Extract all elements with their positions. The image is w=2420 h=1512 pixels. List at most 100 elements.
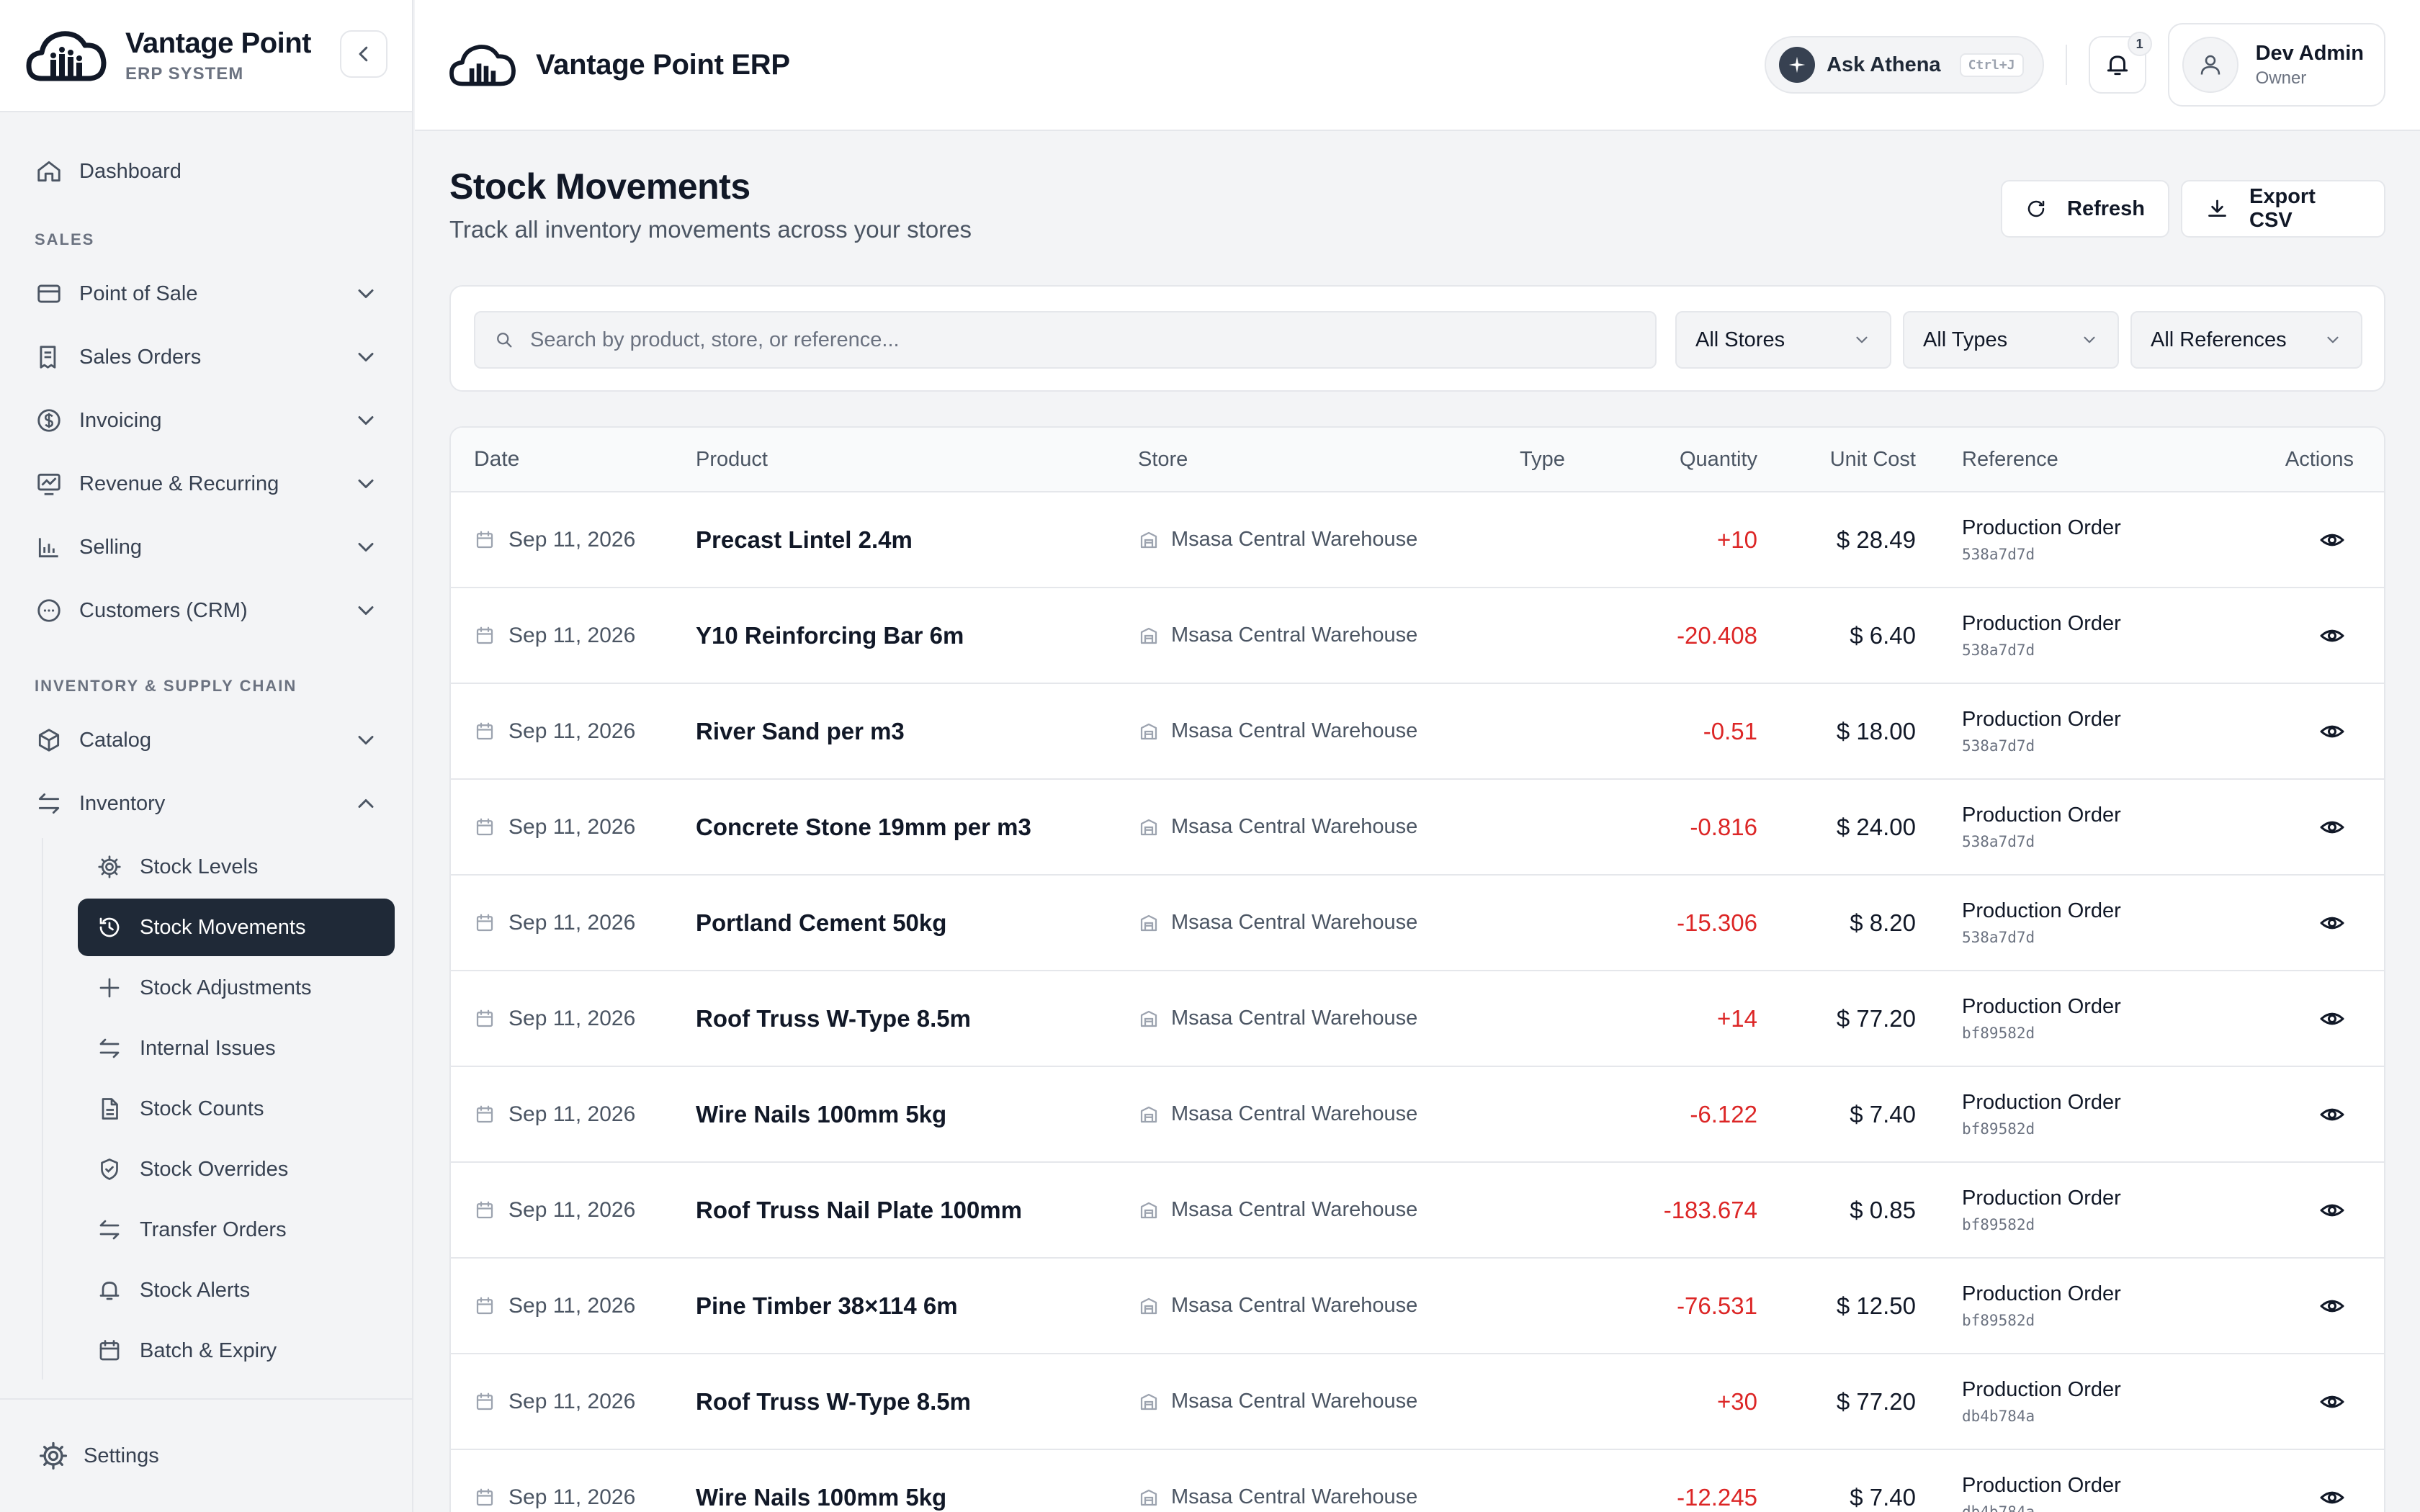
warehouse-icon bbox=[1140, 1297, 1157, 1314]
view-eye-icon[interactable] bbox=[2319, 527, 2345, 553]
sidebar-item-selling[interactable]: Selling bbox=[0, 516, 412, 579]
table-row[interactable]: Sep 11, 2026 Roof Truss W-Type 8.5m Msasa … bbox=[451, 971, 2384, 1067]
warehouse-icon bbox=[1140, 1202, 1157, 1218]
product-name: Roof Truss W-Type 8.5m bbox=[696, 1387, 971, 1415]
table-row[interactable]: Sep 11, 2026 Wire Nails 100mm 5kg Msasa Ce… bbox=[451, 1067, 2384, 1163]
chevron-down-icon bbox=[358, 353, 374, 361]
warehouse-icon bbox=[1140, 819, 1157, 835]
store-name: Msasa Central Warehouse bbox=[1171, 911, 1418, 934]
reference-cell: Production Order bf89582d bbox=[1916, 1187, 2190, 1233]
date-cell: Sep 11, 2026 bbox=[451, 624, 696, 648]
reference-cell: Production Order db4b784a bbox=[1916, 1474, 2190, 1512]
table-row[interactable]: Sep 11, 2026 Roof Truss W-Type 8.5m Msasa … bbox=[451, 1354, 2384, 1450]
table-body: Sep 11, 2026 Precast Lintel 2.4m Msasa Cen… bbox=[451, 492, 2384, 1512]
reference-type: Production Order bbox=[1962, 1282, 2121, 1305]
sidebar-item-revenue-recurring[interactable]: Revenue & Recurring bbox=[0, 452, 412, 516]
view-eye-icon[interactable] bbox=[2319, 1102, 2345, 1128]
column-header-product[interactable]: Product bbox=[696, 448, 1138, 472]
table-row[interactable]: Sep 11, 2026 Y10 Reinforcing Bar 6m Msasa … bbox=[451, 588, 2384, 684]
view-eye-icon[interactable] bbox=[2319, 1197, 2345, 1223]
bell-icon bbox=[95, 1276, 124, 1305]
sidebar-item-inventory[interactable]: Inventory bbox=[0, 772, 412, 835]
calendar-icon bbox=[476, 1201, 493, 1218]
sidebar-item-dashboard[interactable]: Dashboard bbox=[0, 140, 412, 203]
notification-badge: 1 bbox=[2127, 32, 2152, 56]
settings-label: Settings bbox=[84, 1444, 159, 1467]
date-cell: Sep 11, 2026 bbox=[451, 911, 696, 935]
column-header-store[interactable]: Store bbox=[1138, 448, 1520, 472]
ask-athena-button[interactable]: Ask Athena Ctrl+J bbox=[1765, 36, 2044, 94]
reference-cell: Production Order 538a7d7d bbox=[1916, 899, 2190, 946]
search-input[interactable] bbox=[530, 328, 1655, 352]
reference-type: Production Order bbox=[1962, 804, 2121, 827]
references-select[interactable]: All References bbox=[2130, 311, 2362, 369]
sidebar-item-transfer-orders[interactable]: Transfer Orders bbox=[78, 1201, 395, 1259]
reference-id: bf89582d bbox=[1962, 1312, 2035, 1329]
sidebar-item-batch-expiry[interactable]: Batch & Expiry bbox=[78, 1322, 395, 1380]
table-row[interactable]: Sep 11, 2026 Roof Truss Nail Plate 100mm M… bbox=[451, 1163, 2384, 1259]
table-row[interactable]: Sep 11, 2026 Pine Timber 38×114 6m Msasa C… bbox=[451, 1259, 2384, 1354]
sidebar-item-settings[interactable]: Settings bbox=[0, 1398, 412, 1512]
quantity-value: -15.306 bbox=[1677, 909, 1757, 936]
reference-id: bf89582d bbox=[1962, 1120, 2035, 1138]
date-value: Sep 11, 2026 bbox=[508, 527, 636, 552]
view-eye-icon[interactable] bbox=[2319, 1389, 2345, 1415]
warehouse-icon bbox=[1140, 1106, 1157, 1122]
sidebar-item-stock-overrides[interactable]: Stock Overrides bbox=[78, 1140, 395, 1198]
store-cell: Msasa Central Warehouse bbox=[1138, 1102, 1520, 1126]
sidebar-item-stock-levels[interactable]: Stock Levels bbox=[78, 838, 395, 896]
stores-select[interactable]: All Stores bbox=[1675, 311, 1891, 369]
sidebar-item-point-of-sale[interactable]: Point of Sale bbox=[0, 262, 412, 325]
section-label-inventory: INVENTORY & SUPPLY CHAIN bbox=[35, 677, 297, 695]
column-header-type[interactable]: Type bbox=[1520, 448, 1613, 472]
product-name: Roof Truss W-Type 8.5m bbox=[696, 1004, 971, 1032]
column-header-unit-cost[interactable]: Unit Cost bbox=[1757, 448, 1916, 472]
sidebar-item-catalog[interactable]: Catalog bbox=[0, 708, 412, 772]
document-icon bbox=[95, 1094, 124, 1123]
column-header-reference[interactable]: Reference bbox=[1916, 448, 2190, 472]
table-row[interactable]: Sep 11, 2026 Portland Cement 50kg Msasa Ce… bbox=[451, 876, 2384, 971]
table-row[interactable]: Sep 11, 2026 Precast Lintel 2.4m Msasa Cen… bbox=[451, 492, 2384, 588]
sidebar-item-internal-issues[interactable]: Internal Issues bbox=[78, 1020, 395, 1077]
search-box[interactable] bbox=[474, 311, 1657, 369]
store-cell: Msasa Central Warehouse bbox=[1138, 1390, 1520, 1413]
reference-id: 538a7d7d bbox=[1962, 737, 2035, 755]
store-name: Msasa Central Warehouse bbox=[1171, 719, 1418, 742]
collapse-sidebar-button[interactable] bbox=[340, 30, 387, 78]
quantity-value: -6.122 bbox=[1690, 1100, 1757, 1128]
refresh-button[interactable]: Refresh bbox=[2001, 180, 2169, 238]
sidebar-item-customers-crm[interactable]: Customers (CRM) bbox=[0, 579, 412, 642]
column-header-quantity[interactable]: Quantity bbox=[1613, 448, 1757, 472]
view-eye-icon[interactable] bbox=[2319, 1485, 2345, 1511]
sidebar-item-invoicing[interactable]: Invoicing bbox=[0, 389, 412, 452]
view-eye-icon[interactable] bbox=[2319, 910, 2345, 936]
sidebar-item-stock-movements[interactable]: Stock Movements bbox=[78, 899, 395, 956]
column-header-date[interactable]: Date bbox=[451, 447, 696, 472]
types-select[interactable]: All Types bbox=[1903, 311, 2119, 369]
warehouse-icon bbox=[1140, 1010, 1157, 1027]
view-eye-icon[interactable] bbox=[2319, 1006, 2345, 1032]
chevron-down-icon bbox=[358, 606, 374, 615]
notifications-button[interactable]: 1 bbox=[2088, 32, 2152, 94]
user-menu[interactable]: Dev Admin Owner bbox=[2167, 23, 2385, 107]
view-eye-icon[interactable] bbox=[2319, 1293, 2345, 1319]
view-eye-icon[interactable] bbox=[2319, 719, 2345, 744]
table-row[interactable]: Sep 11, 2026 Concrete Stone 19mm per m3 Ms… bbox=[451, 780, 2384, 876]
table-row[interactable]: Sep 11, 2026 River Sand per m3 Msasa Centr… bbox=[451, 684, 2384, 780]
sidebar-item-stock-adjustments[interactable]: Stock Adjustments bbox=[78, 959, 395, 1017]
quantity-value: -20.408 bbox=[1677, 621, 1757, 649]
unit-cost-value: $ 24.00 bbox=[1836, 813, 1916, 840]
store-cell: Msasa Central Warehouse bbox=[1138, 1485, 1520, 1509]
view-eye-icon[interactable] bbox=[2319, 623, 2345, 649]
calendar-icon bbox=[476, 626, 493, 644]
export-csv-button[interactable]: Export CSV bbox=[2181, 180, 2385, 238]
unit-cost-value: $ 18.00 bbox=[1836, 717, 1916, 744]
avatar bbox=[2182, 37, 2238, 93]
reference-type: Production Order bbox=[1962, 1091, 2121, 1114]
table-row[interactable]: Sep 11, 2026 Wire Nails 100mm 5kg Msasa Ce… bbox=[451, 1450, 2384, 1512]
sidebar-item-stock-counts[interactable]: Stock Counts bbox=[78, 1080, 395, 1138]
calendar-icon bbox=[95, 1336, 124, 1365]
sidebar-item-stock-alerts[interactable]: Stock Alerts bbox=[78, 1261, 395, 1319]
view-eye-icon[interactable] bbox=[2319, 814, 2345, 840]
sidebar-item-sales-orders[interactable]: Sales Orders bbox=[0, 325, 412, 389]
